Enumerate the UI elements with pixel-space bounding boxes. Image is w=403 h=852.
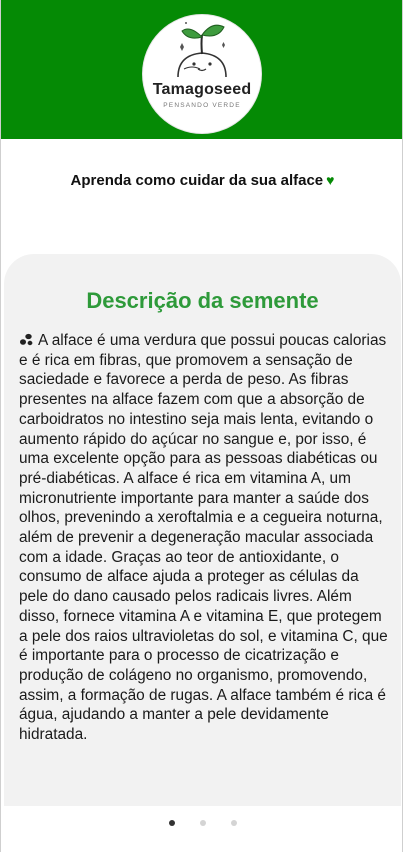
description-body: A alface é uma verdura que possui poucas… [19, 332, 388, 744]
brand-slogan: PENSANDO VERDE [163, 102, 241, 109]
sprout-planet-icon [177, 22, 227, 78]
brand-logo: Tamagoseed PENSANDO VERDE [143, 15, 261, 133]
header: Tamagoseed PENSANDO VERDE [1, 0, 402, 139]
seed-description-card[interactable]: Descrição da semente A alface é uma verd… [4, 254, 401, 806]
brand-name: Tamagoseed [152, 81, 252, 98]
carousel-pagination [1, 819, 402, 827]
page-subtitle: Aprenda como cuidar da sua alface ♥ [1, 172, 402, 189]
pagination-dot[interactable] [199, 820, 206, 826]
card-title: Descrição da semente [86, 288, 319, 313]
description-text: A alface é uma verdura que possui poucas… [19, 331, 391, 745]
subtitle-text: Aprenda como cuidar da sua alface [70, 172, 324, 189]
pagination-dot[interactable] [168, 820, 175, 826]
heart-icon: ♥ [326, 172, 335, 188]
app-screen: Tamagoseed PENSANDO VERDE Aprenda como c… [0, 0, 403, 852]
pagination-dot[interactable] [230, 820, 237, 826]
seeds-icon [20, 333, 33, 346]
